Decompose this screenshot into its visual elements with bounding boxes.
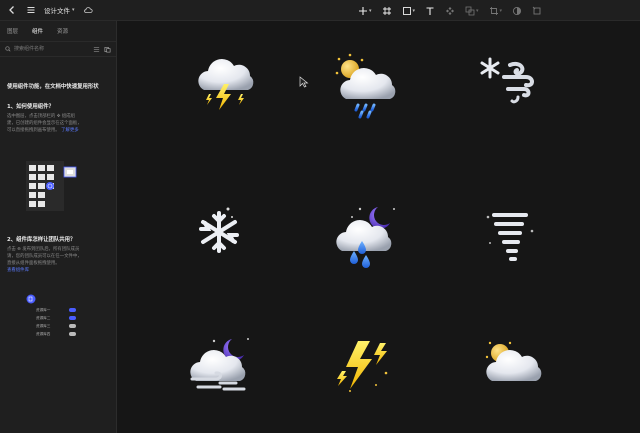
rectangle-icon	[402, 6, 411, 15]
section2-body: 点击 ⊕ 发布到团队后，所有团队成员 请，您的团队成员可以在任一文件中， 直接从…	[7, 246, 111, 274]
component-search-row	[0, 42, 116, 57]
chevron-down-icon: ▾	[476, 7, 479, 14]
tab-layers[interactable]: 图层	[7, 27, 18, 35]
text-tool-button[interactable]	[425, 4, 435, 18]
plus-icon	[359, 6, 367, 15]
mouse-cursor-icon	[299, 76, 309, 88]
component-icon	[446, 6, 455, 15]
search-input[interactable]	[14, 43, 89, 55]
library-list: 资源库一 资源库二 资源库三 资源库四	[36, 306, 76, 338]
library-item: 资源库三	[36, 322, 76, 330]
design-canvas[interactable]	[118, 21, 640, 433]
library-toggle[interactable]	[69, 332, 76, 336]
file-title-button[interactable]: 设计文件 ▾	[44, 5, 75, 15]
top-toolbar: 设计文件 ▾ ▾ ▾ ▾ ▾	[0, 0, 640, 21]
library-badge-icon	[26, 294, 36, 304]
slice-tool-button[interactable]	[532, 4, 542, 18]
library-item: 资源库二	[36, 314, 76, 322]
library-item: 资源库四	[36, 330, 76, 338]
mask-icon	[513, 6, 522, 15]
text-icon	[426, 6, 434, 15]
left-sidebar: 图层 组件 资源 使用组件功能，在文档中快速复用形状 1、如何使用组件？ 选中图…	[0, 21, 117, 433]
frame-icon	[382, 6, 391, 15]
library-toggle[interactable]	[69, 308, 76, 312]
shape-tool-button[interactable]: ▾	[402, 4, 416, 18]
section1-body: 选中图层，点击顶部栏的 ✥ 组成组 建，已创建的组件会显示在这个面板， 可以直接…	[7, 114, 82, 133]
back-chevron-icon[interactable]	[6, 4, 18, 16]
snowflake-icon[interactable]	[184, 197, 254, 267]
menu-icon[interactable]	[25, 4, 37, 16]
night-fog-icon[interactable]	[186, 335, 256, 405]
crop-tool-button[interactable]: ▾	[489, 4, 503, 18]
app-window: 设计文件 ▾ ▾ ▾ ▾ ▾ 图层 组件 资源 搜索组件名称 使用组件功能，在文…	[0, 0, 640, 433]
component-tool-button[interactable]	[445, 4, 455, 18]
thunderstorm-icon[interactable]	[190, 46, 260, 116]
slice-icon	[532, 6, 541, 14]
cloud-icon[interactable]	[82, 4, 94, 16]
add-tool-button[interactable]: ▾	[358, 4, 372, 18]
mask-tool-button[interactable]	[512, 4, 522, 18]
library-illustration: 资源库一 资源库二 资源库三 资源库四	[26, 294, 86, 350]
snow-wind-icon[interactable]	[474, 51, 544, 121]
boolean-icon	[465, 6, 475, 15]
chevron-down-icon: ▾	[369, 7, 372, 14]
crop-icon	[489, 6, 498, 15]
section2-title: 2、组件库怎样让团队共用？	[7, 237, 76, 243]
sun-cloud-rain-icon[interactable]	[332, 51, 402, 121]
list-view-icon[interactable]	[92, 45, 100, 53]
chevron-down-icon: ▾	[499, 7, 503, 14]
component-intro-text: 使用组件功能，在文档中快速复用形状	[7, 84, 99, 90]
sidebar-tabs: 图层 组件 资源	[0, 21, 116, 42]
library-toggle[interactable]	[69, 324, 76, 328]
night-rain-icon[interactable]	[332, 203, 402, 273]
boolean-tool-button[interactable]: ▾	[465, 4, 479, 18]
component-grid-illustration	[26, 161, 77, 211]
learn-more-link[interactable]: 了解更多	[61, 128, 79, 133]
section1-title: 1、如何使用组件？	[7, 104, 54, 110]
library-icon[interactable]	[103, 45, 111, 53]
tornado-icon[interactable]	[474, 203, 544, 273]
search-icon	[5, 46, 11, 52]
chevron-down-icon: ▾	[72, 7, 75, 13]
tab-components[interactable]: 组件	[32, 27, 43, 35]
file-title: 设计文件	[44, 7, 70, 15]
tab-assets[interactable]: 资源	[57, 27, 68, 35]
view-library-link[interactable]: 查看组件库	[7, 267, 111, 274]
chevron-down-icon: ▾	[412, 7, 416, 14]
lightning-icon[interactable]	[330, 337, 400, 407]
library-toggle[interactable]	[69, 316, 76, 320]
library-item: 资源库一	[36, 306, 76, 314]
frame-tool-button[interactable]	[382, 4, 392, 18]
sun-cloud-rain-light-icon[interactable]	[482, 339, 552, 409]
